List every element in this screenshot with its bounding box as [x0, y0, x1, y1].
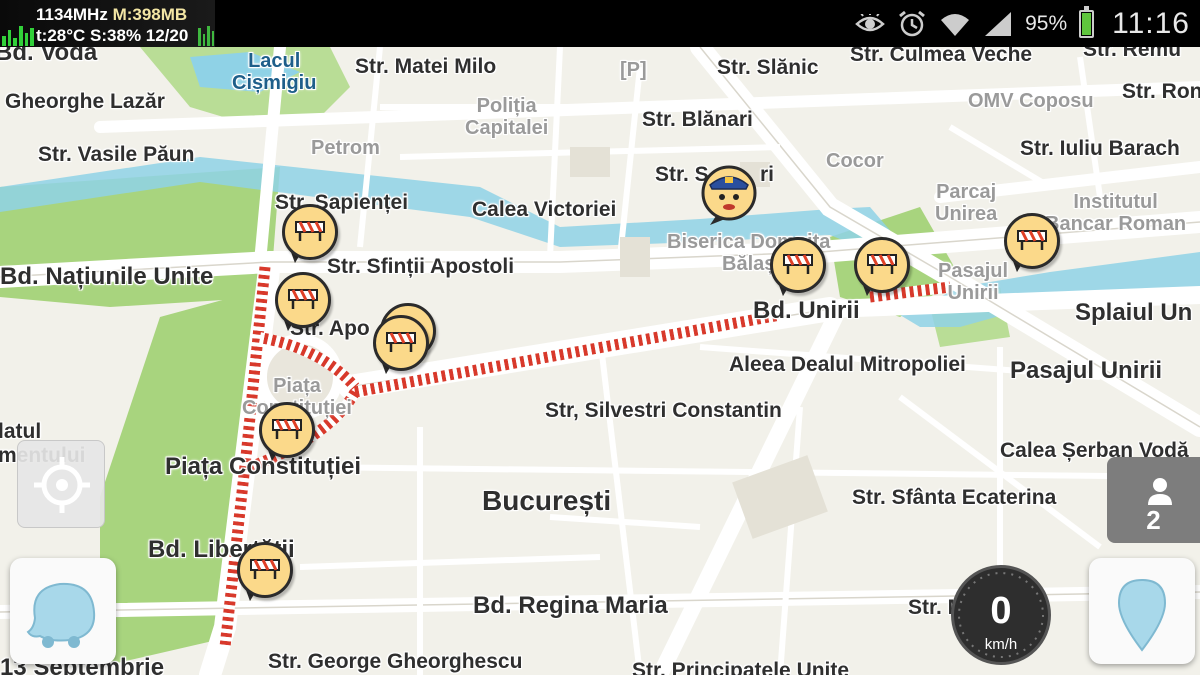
barrier-icon: [288, 289, 318, 309]
barrier-icon: [783, 254, 813, 274]
battery-icon: [1079, 5, 1095, 38]
label-matei-milo: Str. Matei Milo: [355, 55, 497, 78]
waze-menu-button[interactable]: [10, 558, 116, 664]
wifi-icon: [941, 13, 970, 36]
label-principatele-unite: Str. Principatele Unite: [632, 659, 850, 675]
barrier-icon: [272, 419, 302, 439]
eye-icon: [855, 13, 885, 31]
label-pasajul-unirii: Pasajul Unirii: [1010, 357, 1163, 384]
memory-usage: M:398MB: [112, 5, 188, 24]
temp-readout: t:28°C S:38% 12/20: [36, 26, 189, 45]
alarm-icon: [899, 10, 926, 36]
label-politia-capitalei: Poliția Capitalei: [465, 95, 549, 139]
label-aleea: Aleea Dealul Mitropoliei: [729, 353, 966, 376]
battery-percent: 95%: [1025, 11, 1068, 35]
construction-pin[interactable]: [258, 402, 321, 464]
label-bd-voda: Bd. Vodă: [0, 47, 98, 66]
label-omv-coposu: OMV Coposu: [968, 90, 1094, 112]
cpu-memory-readout: 1134MHz M:398MB: [36, 5, 187, 25]
label-culmea-veche: Str. Culmea Veche: [850, 47, 1033, 66]
crosshair-icon: [34, 457, 90, 513]
waze-logo-icon: [26, 582, 96, 648]
report-pin-icon: [1117, 578, 1167, 652]
label-sfanta-ecaterina: Str. Sfânta Ecaterina: [852, 486, 1057, 509]
locate-me-button[interactable]: [17, 440, 105, 528]
construction-pin[interactable]: [769, 237, 832, 299]
barrier-icon: [250, 559, 280, 579]
label-splaiul-unirii: Splaiul Un: [1075, 299, 1193, 326]
speed-value: 0: [990, 590, 1012, 632]
users-count: 2: [1146, 505, 1161, 535]
label-cocor: Cocor: [826, 150, 884, 172]
label-ri: ri: [760, 163, 775, 186]
clock: 11:16: [1112, 6, 1190, 40]
label-bd-unirii: Bd. Unirii: [753, 297, 860, 324]
system-monitor-overlay: 1134MHz M:398MB t:28°C S:38% 12/20: [0, 0, 215, 47]
label-institutul: Institutul Bancar Roman: [1045, 191, 1187, 235]
signal-icon: [985, 11, 1012, 36]
barrier-icon: [1017, 230, 1047, 250]
construction-pin[interactable]: [236, 542, 299, 604]
label-calea-victoriei: Calea Victoriei: [472, 198, 617, 221]
barrier-icon: [295, 221, 325, 241]
barrier-icon: [867, 254, 897, 274]
cpu-graph: [2, 24, 35, 46]
label-gheorghe-lazar: Gheorghe Lazăr: [5, 90, 165, 113]
mem-graph: [198, 24, 214, 46]
construction-pin[interactable]: [274, 272, 337, 334]
police-pin[interactable]: [700, 165, 758, 227]
label-str-ron: Str. Ron: [1122, 80, 1200, 103]
label-pasajul-unirii-small: Pasajul Unirii: [938, 260, 1009, 304]
label-vasile-paun: Str. Vasile Păun: [38, 143, 195, 166]
label-bucuresti: București: [482, 485, 612, 516]
label-blanari: Str. Blănari: [642, 108, 753, 131]
label-parcaj-unirea: Parcaj Unirea: [935, 181, 998, 225]
barrier-icon: [386, 332, 416, 352]
label-lacul-cismigiu: Lacul Cișmigiu: [232, 50, 317, 94]
label-remus: Str. Remu: [1083, 47, 1182, 61]
label-slanic: Str. Slănic: [717, 56, 819, 79]
label-parking: [P]: [620, 59, 647, 81]
construction-pin[interactable]: [281, 204, 344, 266]
nearby-users-button[interactable]: 2: [1107, 457, 1200, 543]
report-button[interactable]: [1089, 558, 1195, 664]
construction-pin[interactable]: [1003, 213, 1066, 275]
label-iuliu-barach: Str. Iuliu Barach: [1020, 137, 1180, 160]
label-regina-maria: Bd. Regina Maria: [473, 592, 668, 619]
speed-unit: km/h: [984, 636, 1018, 653]
label-sfintii-apostoli: Str. Sfinții Apostoli: [327, 255, 515, 278]
cpu-freq: 1134MHz: [36, 5, 108, 24]
status-bar: 1134MHz M:398MB t:28°C S:38% 12/20 95% 1…: [0, 0, 1200, 47]
construction-pin[interactable]: [853, 237, 916, 299]
speedometer: 0 km/h: [951, 565, 1051, 665]
construction-pin[interactable]: [372, 315, 435, 377]
police-icon: [701, 165, 757, 225]
label-natiunile-unite: Bd. Națiunile Unite: [0, 263, 214, 290]
label-silvestri: Str, Silvestri Constantin: [545, 399, 782, 422]
label-petrom: Petrom: [311, 137, 380, 159]
label-george-gheorghescu: Str. George Gheorghescu: [268, 650, 523, 673]
